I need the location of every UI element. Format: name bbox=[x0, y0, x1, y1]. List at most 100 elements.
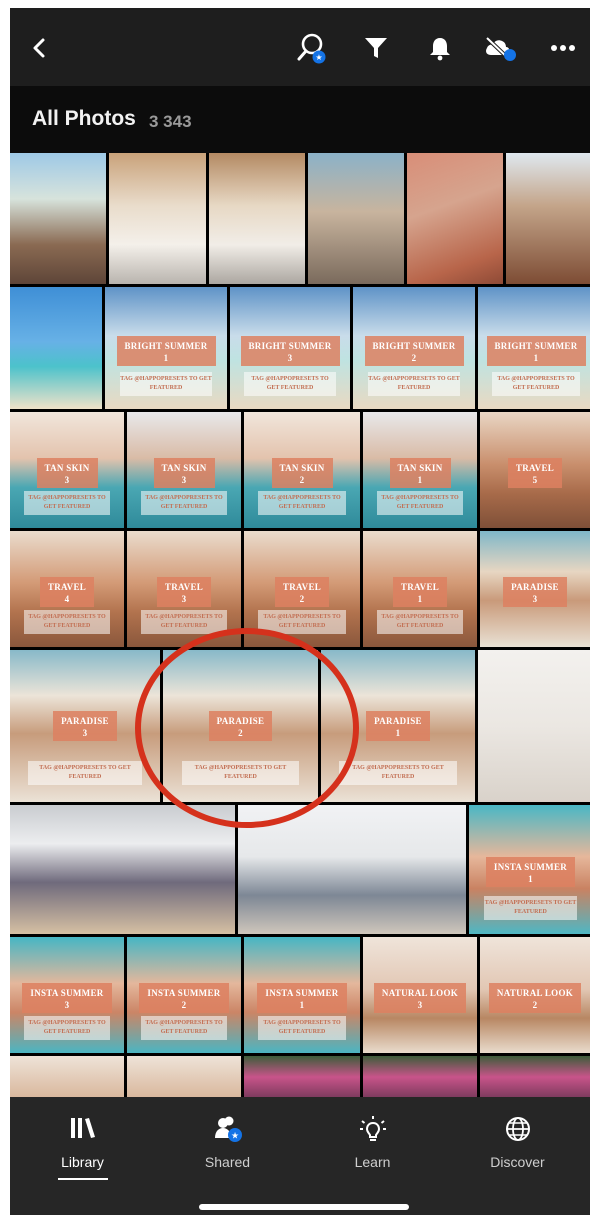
preset-number: 1 bbox=[417, 475, 423, 486]
photo-thumbnail[interactable] bbox=[10, 1056, 124, 1097]
preset-tag-text: TAG @HAPPOPRESETS TO GET FEATURED bbox=[140, 610, 228, 635]
preset-tag-text: TAG @HAPPOPRESETS TO GET FEATURED bbox=[23, 491, 111, 516]
preset-name: BRIGHT SUMMER 1 bbox=[116, 335, 216, 366]
photo-thumbnail[interactable] bbox=[10, 153, 106, 284]
photo-thumbnail[interactable]: TRAVEL 1 TAG @HAPPOPRESETS TO GET FEATURED bbox=[363, 531, 477, 647]
photo-thumbnail[interactable]: INSTA SUMMER 2 TAG @HAPPOPRESETS TO GET FE… bbox=[127, 937, 241, 1053]
photo-thumbnail[interactable] bbox=[238, 805, 466, 934]
preset-name: PARADISE 3 bbox=[53, 710, 117, 741]
photo-thumbnail[interactable]: NATURAL LOOK 2 bbox=[480, 937, 590, 1053]
svg-text:★: ★ bbox=[230, 1132, 238, 1142]
preset-overlay: NATURAL LOOK 3 bbox=[363, 983, 477, 1014]
filter-button[interactable] bbox=[358, 30, 394, 66]
photo-thumbnail[interactable] bbox=[209, 153, 305, 284]
active-tab-underline bbox=[58, 1178, 108, 1180]
tab-discover[interactable]: Discover bbox=[445, 1097, 590, 1215]
filter-icon bbox=[365, 38, 387, 58]
photo-thumbnail[interactable] bbox=[109, 153, 206, 284]
preset-number: 3 bbox=[64, 1000, 70, 1011]
preset-name: BRIGHT SUMMER 1 bbox=[486, 335, 586, 366]
preset-number: 2 bbox=[181, 1000, 187, 1011]
photo-thumbnail[interactable]: INSTA SUMMER 1 TAG @HAPPOPRESETS TO GET FE… bbox=[244, 937, 360, 1053]
photo-thumbnail[interactable]: TAN SKIN 1 TAG @HAPPOPRESETS TO GET FEATUR… bbox=[363, 412, 477, 528]
preset-name: NATURAL LOOK 3 bbox=[373, 983, 467, 1014]
preset-overlay: PARADISE 3 bbox=[10, 710, 160, 741]
more-options-button[interactable] bbox=[545, 30, 581, 66]
preset-name: INSTA SUMMER 1 bbox=[257, 983, 347, 1014]
preset-number: 3 bbox=[532, 594, 538, 605]
photo-grid[interactable]: BRIGHT SUMMER 1 TAG @HAPPOPRESETS TO GET F… bbox=[10, 153, 590, 1097]
photo-thumbnail[interactable]: TRAVEL 3 TAG @HAPPOPRESETS TO GET FEATURED bbox=[127, 531, 241, 647]
photo-thumbnail[interactable] bbox=[363, 1056, 477, 1097]
preset-name: TRAVEL 5 bbox=[507, 458, 563, 489]
photo-thumbnail[interactable]: TRAVEL 5 bbox=[480, 412, 590, 528]
photo-thumbnail[interactable]: BRIGHT SUMMER 3 TAG @HAPPOPRESETS TO GET F… bbox=[230, 287, 350, 409]
preset-tag-text: TAG @HAPPOPRESETS TO GET FEATURED bbox=[257, 1016, 347, 1041]
preset-number: 1 bbox=[299, 1000, 305, 1011]
preset-overlay: PARADISE 1 bbox=[321, 710, 475, 741]
preset-overlay: BRIGHT SUMMER 1 bbox=[105, 335, 227, 366]
photo-thumbnail[interactable]: TRAVEL 2 TAG @HAPPOPRESETS TO GET FEATURED bbox=[244, 531, 360, 647]
photo-thumbnail[interactable]: BRIGHT SUMMER 1 TAG @HAPPOPRESETS TO GET F… bbox=[478, 287, 590, 409]
notifications-button[interactable] bbox=[422, 30, 458, 66]
photo-thumbnail[interactable]: PARADISE 3 TAG @HAPPOPRESETS TO GET FEATUR… bbox=[10, 650, 160, 802]
photo-thumbnail[interactable] bbox=[407, 153, 503, 284]
preset-number: 3 bbox=[417, 1000, 423, 1011]
photo-thumbnail[interactable]: BRIGHT SUMMER 2 TAG @HAPPOPRESETS TO GET F… bbox=[353, 287, 475, 409]
photo-thumbnail[interactable] bbox=[308, 153, 404, 284]
photo-thumbnail[interactable] bbox=[127, 1056, 241, 1097]
preset-tag-text: TAG @HAPPOPRESETS TO GET FEATURED bbox=[257, 610, 347, 635]
photo-thumbnail[interactable]: INSTA SUMMER 3 TAG @HAPPOPRESETS TO GET FE… bbox=[10, 937, 124, 1053]
preset-overlay: TRAVEL 3 bbox=[127, 577, 241, 608]
photo-thumbnail[interactable]: INSTA SUMMER 1 TAG @HAPPOPRESETS TO GET FE… bbox=[469, 805, 590, 934]
preset-tag-text: TAG @HAPPOPRESETS TO GET FEATURED bbox=[376, 610, 464, 635]
app-screen: ★ All Photos 3 343 BRIGHT SUMMER 1 TAG @HA… bbox=[10, 8, 590, 1215]
photo-thumbnail[interactable]: PARADISE 3 bbox=[480, 531, 590, 647]
preset-name: BRIGHT SUMMER 3 bbox=[240, 335, 340, 366]
home-indicator[interactable] bbox=[199, 1204, 409, 1210]
people-search-button[interactable]: ★ bbox=[294, 30, 330, 66]
preset-overlay: TRAVEL 2 bbox=[244, 577, 360, 608]
photo-thumbnail[interactable] bbox=[10, 805, 235, 934]
preset-name: TAN SKIN 3 bbox=[153, 458, 215, 489]
preset-name: TAN SKIN 2 bbox=[271, 458, 333, 489]
photo-thumbnail[interactable]: TAN SKIN 3 TAG @HAPPOPRESETS TO GET FEATUR… bbox=[10, 412, 124, 528]
preset-name: PARADISE 3 bbox=[503, 577, 567, 608]
preset-overlay: TRAVEL 1 bbox=[363, 577, 477, 608]
photo-thumbnail[interactable]: NATURAL LOOK 3 bbox=[363, 937, 477, 1053]
preset-number: 4 bbox=[64, 594, 70, 605]
cloud-sync-button[interactable] bbox=[482, 30, 518, 66]
photo-thumbnail[interactable]: TRAVEL 4 TAG @HAPPOPRESETS TO GET FEATURED bbox=[10, 531, 124, 647]
preset-number: 3 bbox=[82, 727, 88, 738]
preset-name: TAN SKIN 3 bbox=[36, 458, 98, 489]
photo-thumbnail[interactable] bbox=[480, 1056, 590, 1097]
photo-thumbnail[interactable]: TAN SKIN 2 TAG @HAPPOPRESETS TO GET FEATUR… bbox=[244, 412, 360, 528]
preset-number: 3 bbox=[64, 475, 70, 486]
photo-thumbnail[interactable] bbox=[244, 1056, 360, 1097]
tab-learn[interactable]: Learn bbox=[300, 1097, 445, 1215]
preset-tag-text: TAG @HAPPOPRESETS TO GET FEATURED bbox=[140, 491, 228, 516]
preset-name: TRAVEL 1 bbox=[392, 577, 448, 608]
preset-tag-text: TAG @HAPPOPRESETS TO GET FEATURED bbox=[119, 371, 213, 396]
preset-overlay: TAN SKIN 3 bbox=[127, 458, 241, 489]
svg-text:★: ★ bbox=[315, 53, 322, 62]
photo-thumbnail[interactable]: PARADISE 2 TAG @HAPPOPRESETS TO GET FEATUR… bbox=[163, 650, 318, 802]
photo-thumbnail[interactable] bbox=[10, 287, 102, 409]
photo-thumbnail[interactable] bbox=[506, 153, 590, 284]
preset-name: TRAVEL 4 bbox=[39, 577, 95, 608]
top-toolbar: ★ bbox=[10, 8, 590, 86]
preset-name: NATURAL LOOK 2 bbox=[488, 983, 582, 1014]
back-button[interactable] bbox=[22, 30, 58, 66]
preset-number: 1 bbox=[528, 873, 533, 884]
photo-thumbnail[interactable] bbox=[478, 650, 590, 802]
preset-overlay: PARADISE 2 bbox=[163, 710, 318, 741]
photo-count: 3 343 bbox=[149, 112, 192, 131]
preset-number: 3 bbox=[181, 475, 187, 486]
tab-shared[interactable]: ★ Shared bbox=[155, 1097, 300, 1215]
tab-library[interactable]: Library bbox=[10, 1097, 155, 1215]
preset-number: 3 bbox=[287, 352, 293, 363]
photo-thumbnail[interactable]: TAN SKIN 3 TAG @HAPPOPRESETS TO GET FEATUR… bbox=[127, 412, 241, 528]
photo-thumbnail[interactable]: BRIGHT SUMMER 1 TAG @HAPPOPRESETS TO GET F… bbox=[105, 287, 227, 409]
preset-tag-text: TAG @HAPPOPRESETS TO GET FEATURED bbox=[28, 761, 142, 786]
photo-thumbnail[interactable]: PARADISE 1 TAG @HAPPOPRESETS TO GET FEATUR… bbox=[321, 650, 475, 802]
